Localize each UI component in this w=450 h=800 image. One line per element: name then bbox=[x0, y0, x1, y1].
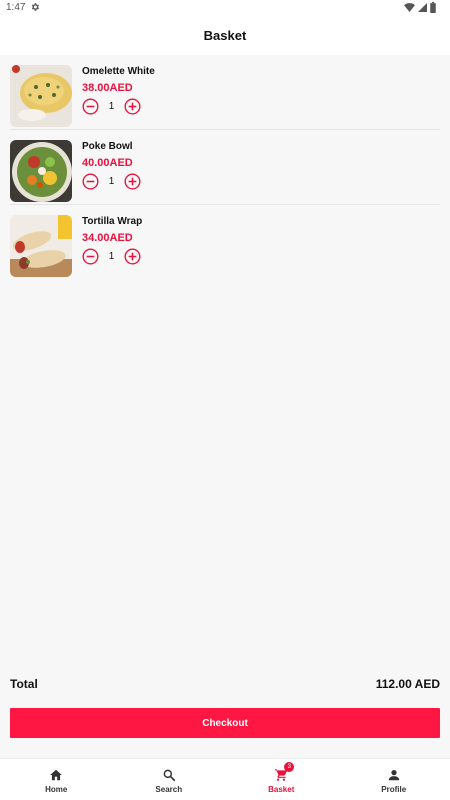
increase-quantity-button[interactable] bbox=[124, 248, 141, 265]
item-name: Omelette White bbox=[82, 66, 155, 77]
quantity-value: 1 bbox=[108, 101, 115, 112]
total-row: Total 112.00 AED bbox=[10, 677, 440, 691]
total-label: Total bbox=[10, 677, 38, 691]
nav-item-home[interactable]: Home bbox=[0, 759, 113, 800]
decrease-quantity-button[interactable] bbox=[82, 173, 99, 190]
minus-circle-icon bbox=[82, 98, 99, 115]
nav-label: Profile bbox=[381, 785, 407, 794]
quantity-stepper: 1 bbox=[82, 248, 141, 265]
nav-label: Search bbox=[155, 785, 183, 794]
minus-circle-icon bbox=[82, 173, 99, 190]
item-price: 34.00AED bbox=[82, 232, 133, 244]
increase-quantity-button[interactable] bbox=[124, 98, 141, 115]
signal-icon bbox=[418, 3, 427, 12]
page-title: Basket bbox=[203, 28, 247, 43]
cart-count-badge: 3 bbox=[284, 762, 295, 772]
person-icon bbox=[388, 770, 399, 781]
total-value: 112.00 AED bbox=[375, 677, 440, 691]
nav-item-search[interactable]: Search bbox=[113, 759, 226, 800]
wifi-icon bbox=[404, 3, 415, 12]
quantity-stepper: 1 bbox=[82, 173, 141, 190]
search-icon bbox=[163, 769, 175, 782]
bottom-nav: Home Search 3 Basket Profile bbox=[0, 758, 450, 800]
item-price: 40.00AED bbox=[82, 157, 133, 169]
omelette-image bbox=[10, 65, 72, 127]
nav-label: Basket bbox=[268, 785, 295, 794]
plus-circle-icon bbox=[124, 173, 141, 190]
decrease-quantity-button[interactable] bbox=[82, 248, 99, 265]
battery-icon bbox=[430, 2, 436, 13]
status-bar: 1:47 bbox=[0, 0, 450, 16]
status-time: 1:47 bbox=[6, 2, 26, 13]
gear-icon bbox=[31, 3, 39, 11]
nav-item-basket[interactable]: 3 Basket bbox=[225, 759, 338, 800]
minus-circle-icon bbox=[82, 248, 99, 265]
increase-quantity-button[interactable] bbox=[124, 173, 141, 190]
item-name: Poke Bowl bbox=[82, 141, 133, 152]
checkout-button[interactable]: Checkout bbox=[10, 708, 440, 738]
quantity-stepper: 1 bbox=[82, 98, 141, 115]
poke-bowl-image bbox=[10, 140, 72, 202]
home-icon bbox=[50, 769, 63, 781]
cart-item[interactable]: Poke Bowl 40.00AED 1 bbox=[10, 130, 440, 205]
plus-circle-icon bbox=[124, 98, 141, 115]
quantity-value: 1 bbox=[108, 251, 115, 262]
cart-item[interactable]: Tortilla Wrap 34.00AED 1 bbox=[10, 205, 440, 280]
item-price: 38.00AED bbox=[82, 82, 133, 94]
cart-item[interactable]: Omelette White 38.00AED 1 bbox=[10, 55, 440, 130]
quantity-value: 1 bbox=[108, 176, 115, 187]
cart-list: Omelette White 38.00AED 1 Poke Bowl 40.0… bbox=[0, 55, 450, 280]
app-bar: Basket bbox=[0, 16, 450, 55]
tortilla-wrap-image bbox=[10, 215, 72, 277]
item-name: Tortilla Wrap bbox=[82, 216, 143, 227]
plus-circle-icon bbox=[124, 248, 141, 265]
nav-item-profile[interactable]: Profile bbox=[338, 759, 450, 800]
nav-label: Home bbox=[45, 785, 68, 794]
decrease-quantity-button[interactable] bbox=[82, 98, 99, 115]
